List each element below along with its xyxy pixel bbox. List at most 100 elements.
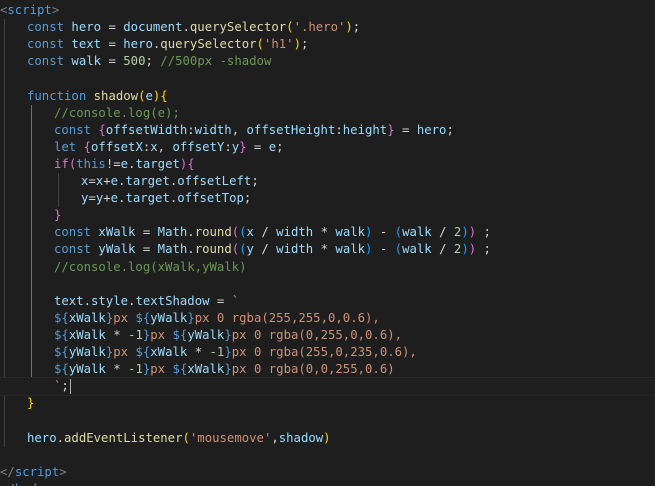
code-token: function — [27, 88, 94, 103]
code-line-active[interactable]: `; — [0, 377, 655, 397]
code-line[interactable]: </script> — [0, 464, 67, 481]
code-token: = — [246, 139, 269, 154]
code-line[interactable]: const hero = document.querySelector('.he… — [0, 19, 360, 36]
code-token: text — [54, 293, 84, 308]
code-token: > — [51, 3, 60, 17]
code-token: - — [372, 242, 395, 257]
code-token: } — [187, 310, 195, 325]
code-token: ${ — [54, 345, 69, 359]
code-token: document — [123, 20, 183, 35]
code-token: offsetY — [172, 139, 225, 154]
code-token: xWalk — [68, 327, 106, 342]
code-token: ${ — [135, 345, 151, 359]
code-token: px — [113, 345, 136, 359]
code-token: 'h1' — [263, 37, 294, 52]
code-token: } — [224, 362, 232, 377]
code-token: ; — [251, 174, 259, 188]
code-line[interactable]: if(this!=e.target){ — [0, 156, 195, 173]
code-token: yWalk — [68, 345, 106, 359]
code-line[interactable]: //console.log(xWalk,yWalk) — [0, 259, 247, 276]
code-line[interactable]: const text = hero.querySelector('h1'); — [0, 36, 308, 53]
code-line[interactable]: ${xWalk}px ${yWalk}px 0 rgba(255,255,0,0… — [0, 310, 380, 327]
code-token: = — [394, 122, 417, 137]
code-token: / — [431, 242, 454, 257]
code-line[interactable]: const yWalk = Math.round((y / width * wa… — [0, 241, 491, 258]
code-token: e — [120, 156, 129, 171]
code-token: ( — [256, 37, 264, 52]
code-token: </ — [0, 482, 15, 486]
code-line[interactable]: ${yWalk}px ${xWalk * -1}px 0 rgba(255,0,… — [0, 344, 417, 361]
code-token: -1 — [209, 345, 225, 359]
code-token: walk — [402, 225, 432, 240]
code-token: 500 — [123, 54, 146, 69]
code-line[interactable]: const xWalk = Math.round((x / width * wa… — [0, 224, 491, 241]
code-token: walk — [335, 225, 366, 240]
code-line[interactable]: <script> — [0, 2, 59, 19]
code-token: Math — [157, 242, 188, 257]
code-token: walk — [71, 54, 102, 69]
code-line[interactable]: x=x+e.target.offsetLeft; — [0, 173, 259, 190]
code-token: this — [76, 156, 106, 171]
code-line[interactable]: const {offsetWidth:width, offsetHeight:h… — [0, 122, 454, 139]
code-token: addEventListener — [64, 430, 183, 445]
code-token: querySelector — [189, 20, 287, 35]
code-line[interactable]: } — [0, 395, 34, 412]
code-line[interactable]: </body> — [0, 481, 52, 486]
code-token: style — [91, 293, 129, 308]
code-token: walk — [335, 242, 366, 257]
code-token: px 0 rgba(0,255,0,0.6), — [231, 327, 403, 342]
code-token: target — [125, 191, 170, 206]
code-token: offsetX — [91, 139, 143, 154]
code-token: } — [224, 345, 232, 359]
code-token: x — [150, 139, 158, 154]
code-editor[interactable]: <script> const hero = document.querySelec… — [0, 0, 655, 486]
code-token: = — [101, 37, 124, 52]
code-token: querySelector — [160, 37, 257, 52]
code-token: : — [335, 122, 343, 137]
code-line[interactable]: let {offsetX:x, offsetY:y} = e; — [0, 139, 284, 156]
code-token: text — [71, 37, 102, 52]
code-token: + — [103, 174, 111, 188]
code-token: ( — [394, 242, 403, 257]
code-token: ( — [182, 430, 190, 445]
code-token: offsetTop — [177, 191, 244, 206]
code-token: != — [105, 156, 121, 171]
code-token: ) — [323, 430, 331, 445]
code-line[interactable]: } — [0, 207, 61, 224]
code-token: Math — [157, 225, 188, 240]
code-token: ; — [243, 191, 252, 206]
code-token: / — [431, 225, 454, 240]
code-token: ) — [293, 37, 301, 52]
code-token: ) — [345, 20, 353, 35]
code-line[interactable]: ${yWalk * -1}px ${xWalk}px 0 rgba(0,0,25… — [0, 361, 395, 378]
code-token: let — [54, 139, 84, 154]
code-line[interactable]: function shadow(e){ — [0, 88, 168, 105]
code-token: . — [83, 293, 92, 308]
code-token: / — [253, 225, 277, 240]
code-token: , — [271, 430, 279, 445]
code-line[interactable]: hero.addEventListener('mousemove',shadow… — [0, 430, 331, 447]
code-token: hero — [123, 37, 153, 52]
code-token: * — [313, 225, 336, 240]
code-line[interactable]: const walk = 500; //500px -shadow — [0, 53, 271, 70]
code-token: ; — [476, 242, 491, 257]
code-token: } — [387, 122, 395, 137]
code-token: textShadow — [135, 293, 210, 308]
code-token: script — [7, 3, 52, 17]
code-token: } — [239, 139, 247, 154]
code-token: round — [194, 242, 232, 257]
text-cursor — [70, 379, 71, 395]
code-line[interactable]: text.style.textShadow = ` — [0, 293, 239, 310]
code-token: ` — [231, 293, 240, 308]
code-token: = — [101, 54, 124, 69]
code-token: } — [54, 208, 62, 223]
code-line[interactable]: ${xWalk * -1}px ${yWalk}px 0 rgba(0,255,… — [0, 327, 402, 344]
code-token: e — [110, 174, 119, 188]
code-token: } — [27, 396, 35, 411]
code-line[interactable]: y=y+e.target.offsetTop; — [0, 190, 251, 207]
code-token: target — [125, 174, 170, 188]
code-line[interactable]: //console.log(e); — [0, 105, 180, 122]
code-token: ; — [352, 20, 361, 35]
code-token: = — [209, 293, 232, 308]
code-token: ; — [300, 37, 309, 52]
